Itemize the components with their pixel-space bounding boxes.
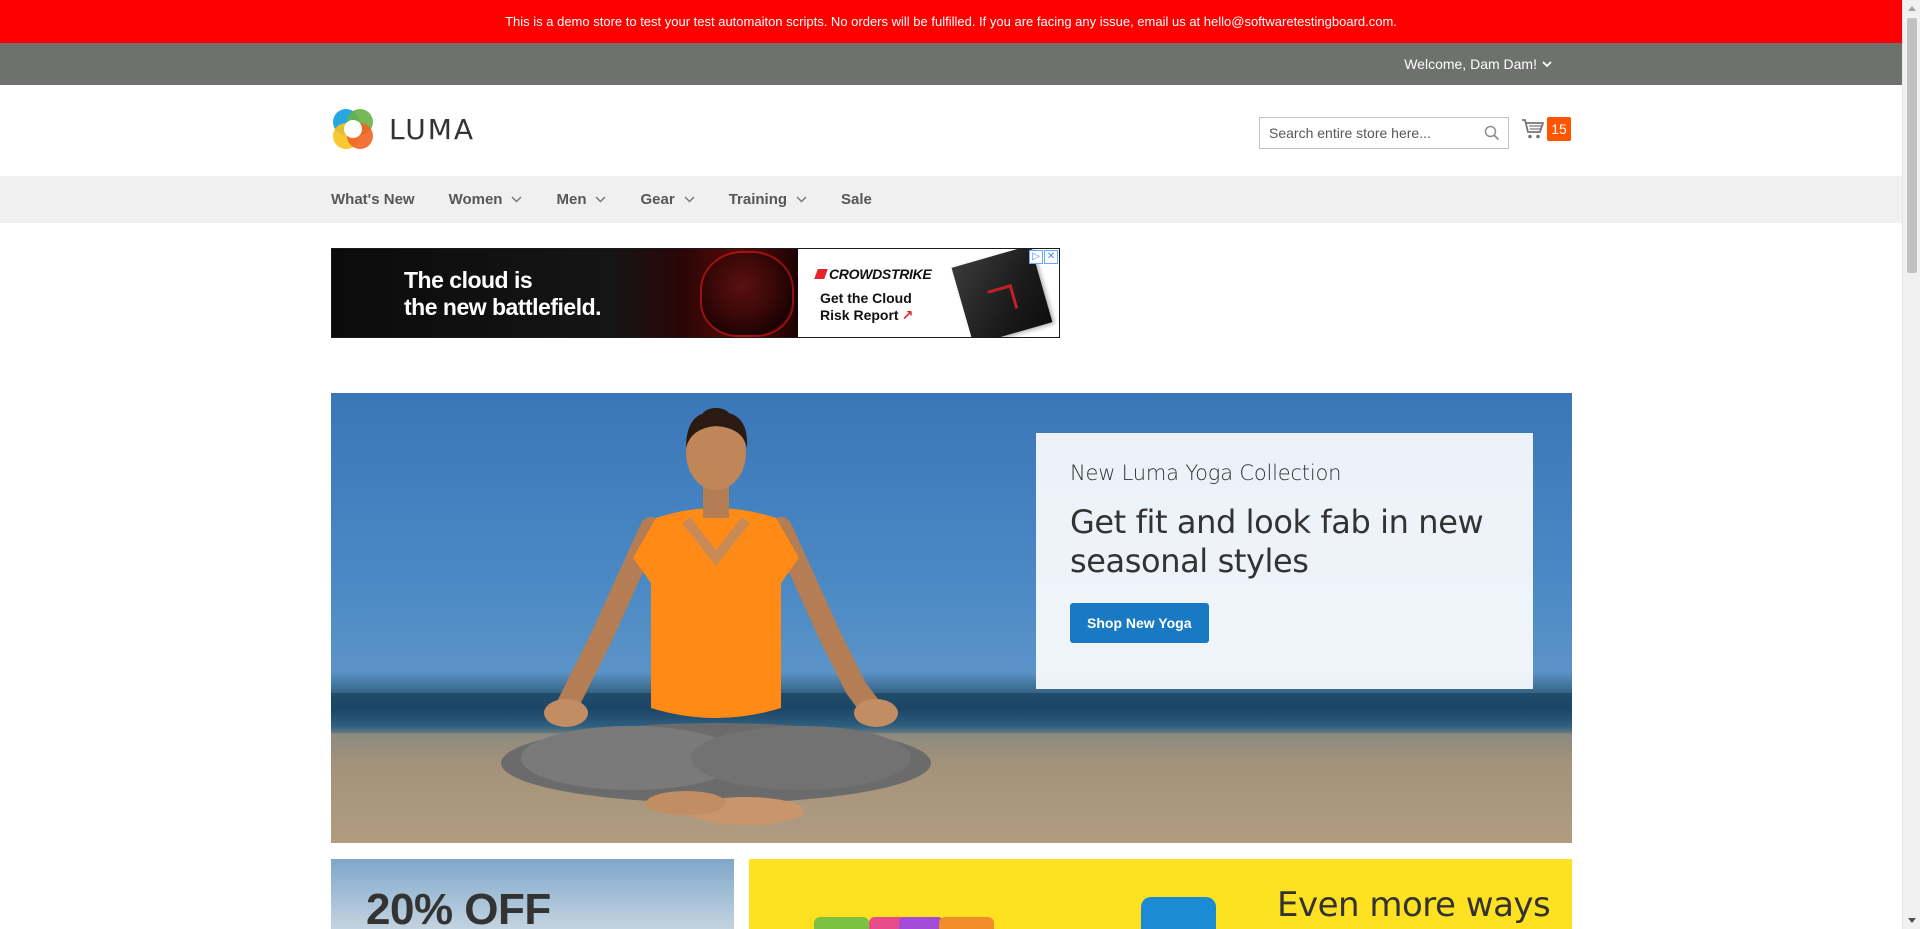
- hero-title: Get fit and look fab in new seasonal sty…: [1070, 503, 1484, 580]
- chevron-down-icon: [684, 196, 695, 203]
- ad-brand: CROWDSTRIKE: [814, 266, 932, 282]
- promo-tank-image: [1141, 897, 1216, 929]
- ad-info-icon[interactable]: ▷: [1029, 250, 1043, 264]
- ad-headline: The cloud is the new battlefield.: [404, 267, 602, 321]
- page: This is a demo store to test your test a…: [0, 0, 1902, 929]
- search-input[interactable]: [1260, 118, 1508, 148]
- search-icon[interactable]: [1484, 125, 1500, 141]
- ad-cta-line2: Risk Report: [820, 307, 899, 323]
- ad-cta-line1: Get the Cloud: [820, 290, 912, 306]
- yoga-woman-image: [501, 408, 931, 825]
- promo-block-more-ways[interactable]: Even more ways: [749, 859, 1572, 929]
- ad-left-panel: The cloud is the new battlefield.: [332, 249, 798, 337]
- demo-notice-bar: This is a demo store to test your test a…: [0, 0, 1902, 43]
- crowdstrike-logo-icon: [814, 269, 828, 279]
- arrow-up-right-icon: ↗: [901, 307, 914, 323]
- ad-close-icon[interactable]: ✕: [1044, 250, 1058, 264]
- promo-shirt-image: [899, 917, 944, 929]
- promo-discount-text: 20% OFF: [366, 885, 551, 929]
- ad-brand-text: CROWDSTRIKE: [829, 266, 932, 282]
- scroll-down-arrow-icon[interactable]: [1908, 918, 1916, 923]
- nav-item-whats-new[interactable]: What's New: [331, 191, 415, 208]
- hero-subtitle: New Luma Yoga Collection: [1070, 461, 1342, 485]
- shop-new-yoga-button[interactable]: Shop New Yoga: [1070, 603, 1209, 643]
- promo-more-ways-text: Even more ways: [1277, 885, 1551, 925]
- scroll-up-arrow-icon[interactable]: [1908, 6, 1916, 11]
- hero-content-card: New Luma Yoga Collection Get fit and loo…: [1036, 433, 1533, 689]
- promo-shirt-image: [939, 917, 994, 929]
- nav-item-label: Training: [728, 191, 788, 208]
- nav-item-label: Sale: [841, 191, 872, 208]
- ad-headline-line1: The cloud is: [404, 267, 533, 293]
- logo-text: LUMA: [389, 112, 476, 146]
- nav-item-sale[interactable]: Sale: [841, 191, 872, 208]
- chevron-down-icon: [511, 196, 522, 203]
- nav-item-label: Gear: [640, 191, 675, 208]
- nav-item-gear[interactable]: Gear: [640, 191, 695, 208]
- scrollbar-thumb[interactable]: [1907, 18, 1917, 273]
- panel-header: Welcome, Dam Dam!: [0, 43, 1902, 85]
- site-header: LUMA 15: [0, 85, 1902, 176]
- logo-link[interactable]: LUMA: [331, 107, 475, 151]
- nav-menu: What's New Women Men Gear Training Sale: [331, 176, 906, 223]
- nav-item-training[interactable]: Training: [729, 191, 807, 208]
- welcome-text: Welcome, Dam Dam!: [1404, 56, 1537, 72]
- promo-block-discount[interactable]: 20% OFF: [331, 859, 734, 929]
- demo-notice-text: This is a demo store to test your test a…: [505, 14, 1397, 29]
- cart-count-badge: 15: [1547, 117, 1571, 141]
- vertical-scrollbar[interactable]: [1902, 0, 1920, 929]
- ad-headline-line2: the new battlefield.: [404, 294, 602, 320]
- ad-banner[interactable]: The cloud is the new battlefield. CROWDS…: [331, 248, 1060, 338]
- luma-logo-icon: [333, 109, 373, 149]
- customer-welcome-menu[interactable]: Welcome, Dam Dam!: [1404, 43, 1552, 85]
- nav-item-label: Men: [556, 191, 587, 208]
- ad-cta: Get the Cloud Risk Report ↗: [820, 290, 913, 324]
- promo-shirt-image: [814, 917, 869, 929]
- ad-choices[interactable]: ▷ ✕: [1028, 250, 1058, 264]
- search-box: [1259, 117, 1509, 149]
- nav-item-label: What's New: [331, 191, 415, 208]
- cart-icon: [1522, 119, 1544, 139]
- chevron-down-icon: [595, 196, 606, 203]
- minicart-link[interactable]: 15: [1521, 117, 1571, 141]
- nav-item-men[interactable]: Men: [556, 191, 606, 208]
- chevron-down-icon: [1542, 60, 1552, 67]
- nav-item-label: Women: [448, 191, 503, 208]
- nav-item-women[interactable]: Women: [449, 191, 523, 208]
- ad-adversary-image: [702, 253, 792, 335]
- ad-right-panel: CROWDSTRIKE Get the Cloud Risk Report ↗ ▷…: [798, 249, 1059, 337]
- main-navigation: What's New Women Men Gear Training Sale: [0, 176, 1902, 223]
- hero-banner[interactable]: New Luma Yoga Collection Get fit and loo…: [331, 393, 1572, 843]
- chevron-down-icon: [796, 196, 807, 203]
